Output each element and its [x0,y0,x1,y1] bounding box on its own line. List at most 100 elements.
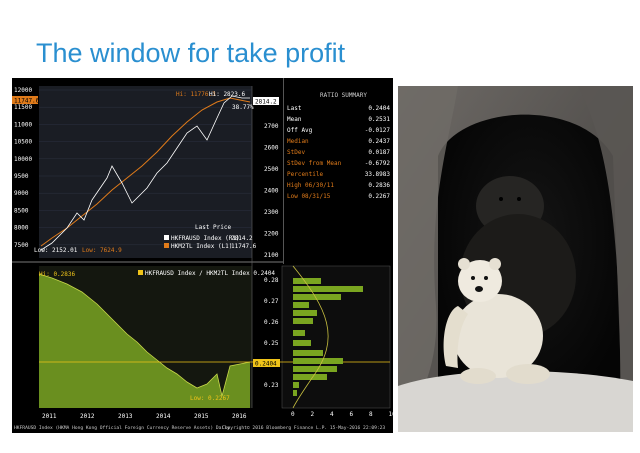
ratio-last-badge: 0.2404 [255,361,277,368]
hist-x-tick-label: 2 [311,411,315,418]
ratio-summary-key: Percentile [287,171,324,178]
ratio-summary-key: StDev from Mean [287,160,342,167]
histogram-bar [293,286,363,292]
y-left-tick-label: 11000 [14,121,32,128]
y-left-tick-label: 9500 [14,173,29,180]
legend-value-hkd: 2814.2 [231,235,253,242]
y-right-tick-label: 2600 [264,145,279,152]
y-left-tick-label: 9000 [14,190,29,197]
ratio-summary-key: Mean [287,116,302,123]
y-left-tick-label: 7500 [14,242,29,249]
cub-paw [460,368,496,384]
adult-bear-eye [499,197,503,201]
ratio-summary-value: -0.6792 [364,160,390,167]
y-bottom-tick-label: 0.26 [264,319,279,326]
cub-eye [471,276,475,280]
y-right-tick-label: 2300 [264,209,279,216]
ratio-summary-value: 33.8983 [364,171,390,178]
histogram-bar [293,358,343,364]
pct-label: 38.77% [232,104,254,111]
low-left-label: Low: 2152.01 [34,247,78,254]
cub-ear [458,258,470,270]
cub-nose [475,286,483,292]
ratio-summary-value: 0.2531 [368,116,390,123]
histogram-bar [293,278,321,284]
y-right-tick-label: 2400 [264,188,279,195]
y-left-tick-label: 11500 [14,104,32,111]
legend-title: Last Price [195,224,232,231]
histogram-bar [293,350,323,356]
ratio-hi-label: Hi: 0.2836 [39,271,76,278]
x-tick-label: 2016 [232,413,247,420]
hist-x-tick-label: 0 [291,411,295,418]
bloomberg-terminal-chart: 12000 11500 11000 10500 10000 9500 9000 8500 800… [12,78,393,433]
ratio-summary-key: High 06/30/11 [287,182,334,189]
y-left-tick-label: 10000 [14,156,32,163]
ratio-summary-value: -0.0127 [364,127,390,134]
x-tick-label: 2011 [42,413,57,420]
footer-left: HKFRAUSD Index (HKMA Hong Kong Official … [14,425,230,431]
legend-swatch-hkd [164,235,169,240]
histogram-bar [293,366,337,372]
ratio-summary-row: Percentile 33.8983 [287,170,392,179]
slide-title: The window for take profit [36,38,346,68]
ratio-summary-key: Last [287,105,302,112]
adult-bear-eye [517,197,521,201]
hi2-label: Hi: 2823.6 [209,91,246,98]
ratio-low-label: Low: 0.2267 [190,395,230,402]
histogram-bar [293,340,311,346]
y-bottom-tick-label: 0.25 [264,340,279,347]
ratio-summary-key: Median [287,138,309,145]
legend-label-hkd: HKFRAUSD Index (R1) [171,235,240,242]
ratio-summary-panel: RATIO SUMMARY Last 0.2404 Mean 0.2531 Off Av… [283,78,393,264]
y-right-tick-label: 2200 [264,231,279,238]
histogram-bar [293,390,297,396]
ratio-summary-header: RATIO SUMMARY [320,92,367,99]
cub-eye [484,276,488,280]
ratio-summary-value: 0.0187 [368,149,390,156]
hist-x-tick-label: 10 [389,411,394,418]
y-right-tick-label: 2700 [264,123,279,130]
histogram-bar [293,382,299,388]
x-tick-label: 2013 [118,413,133,420]
ratio-legend: HKFRAUSD Index / HKM2TL Index 0.2404 [145,270,275,277]
histogram-bar [293,310,317,316]
ratio-summary-key: Low 08/31/15 [287,193,331,200]
y-left-tick-label: 12000 [14,87,32,94]
y-bottom-tick-label: 0.27 [264,298,279,305]
footer-right: Copyright© 2016 Bloomberg Finance L.P. 1… [222,425,385,431]
ratio-summary-key: StDev [287,149,306,156]
cub-ear [489,258,501,270]
y-bottom-tick-label: 0.23 [264,382,279,389]
hist-x-tick-label: 4 [330,411,334,418]
y-left-tick-label: 8000 [14,225,29,232]
polar-bear-image [398,86,633,432]
badge-left-value: 11747.6 [14,98,40,105]
ratio-summary-row: Low 08/31/15 0.2267 [287,192,392,201]
hist-x-tick-label: 6 [350,411,354,418]
x-tick-label: 2014 [156,413,171,420]
ratio-summary-key: Off Avg [287,127,313,134]
polar-bear-photo [398,86,633,432]
ratio-summary-row: Median 0.2437 [287,137,392,146]
ratio-summary-value: 0.2437 [368,138,390,145]
histogram-bar [293,318,313,324]
x-tick-label: 2015 [194,413,209,420]
y-bottom-tick-label: 0.28 [264,277,279,284]
legend-swatch-hkm2 [164,243,169,248]
legend-value-hkm2: 11747.6 [231,243,257,250]
ratio-legend-swatch [138,270,143,275]
cub-paw [506,364,550,384]
legend-label-hkm2: HKM2TL Index (L1) [171,243,232,250]
x-tick-label: 2012 [80,413,95,420]
badge-right-value: 2814.2 [255,99,277,106]
histogram-bar [293,294,341,300]
y-right-tick-label: 2500 [264,166,279,173]
y-right-tick-label: 2100 [264,252,279,259]
y-left-tick-label: 8500 [14,207,29,214]
ratio-summary-row: Off Avg -0.0127 [287,126,392,135]
hist-x-tick-label: 8 [369,411,373,418]
ratio-summary-value: 0.2404 [368,105,390,112]
ratio-summary-row: High 06/30/11 0.2836 [287,181,392,190]
histogram-bar [293,330,305,336]
